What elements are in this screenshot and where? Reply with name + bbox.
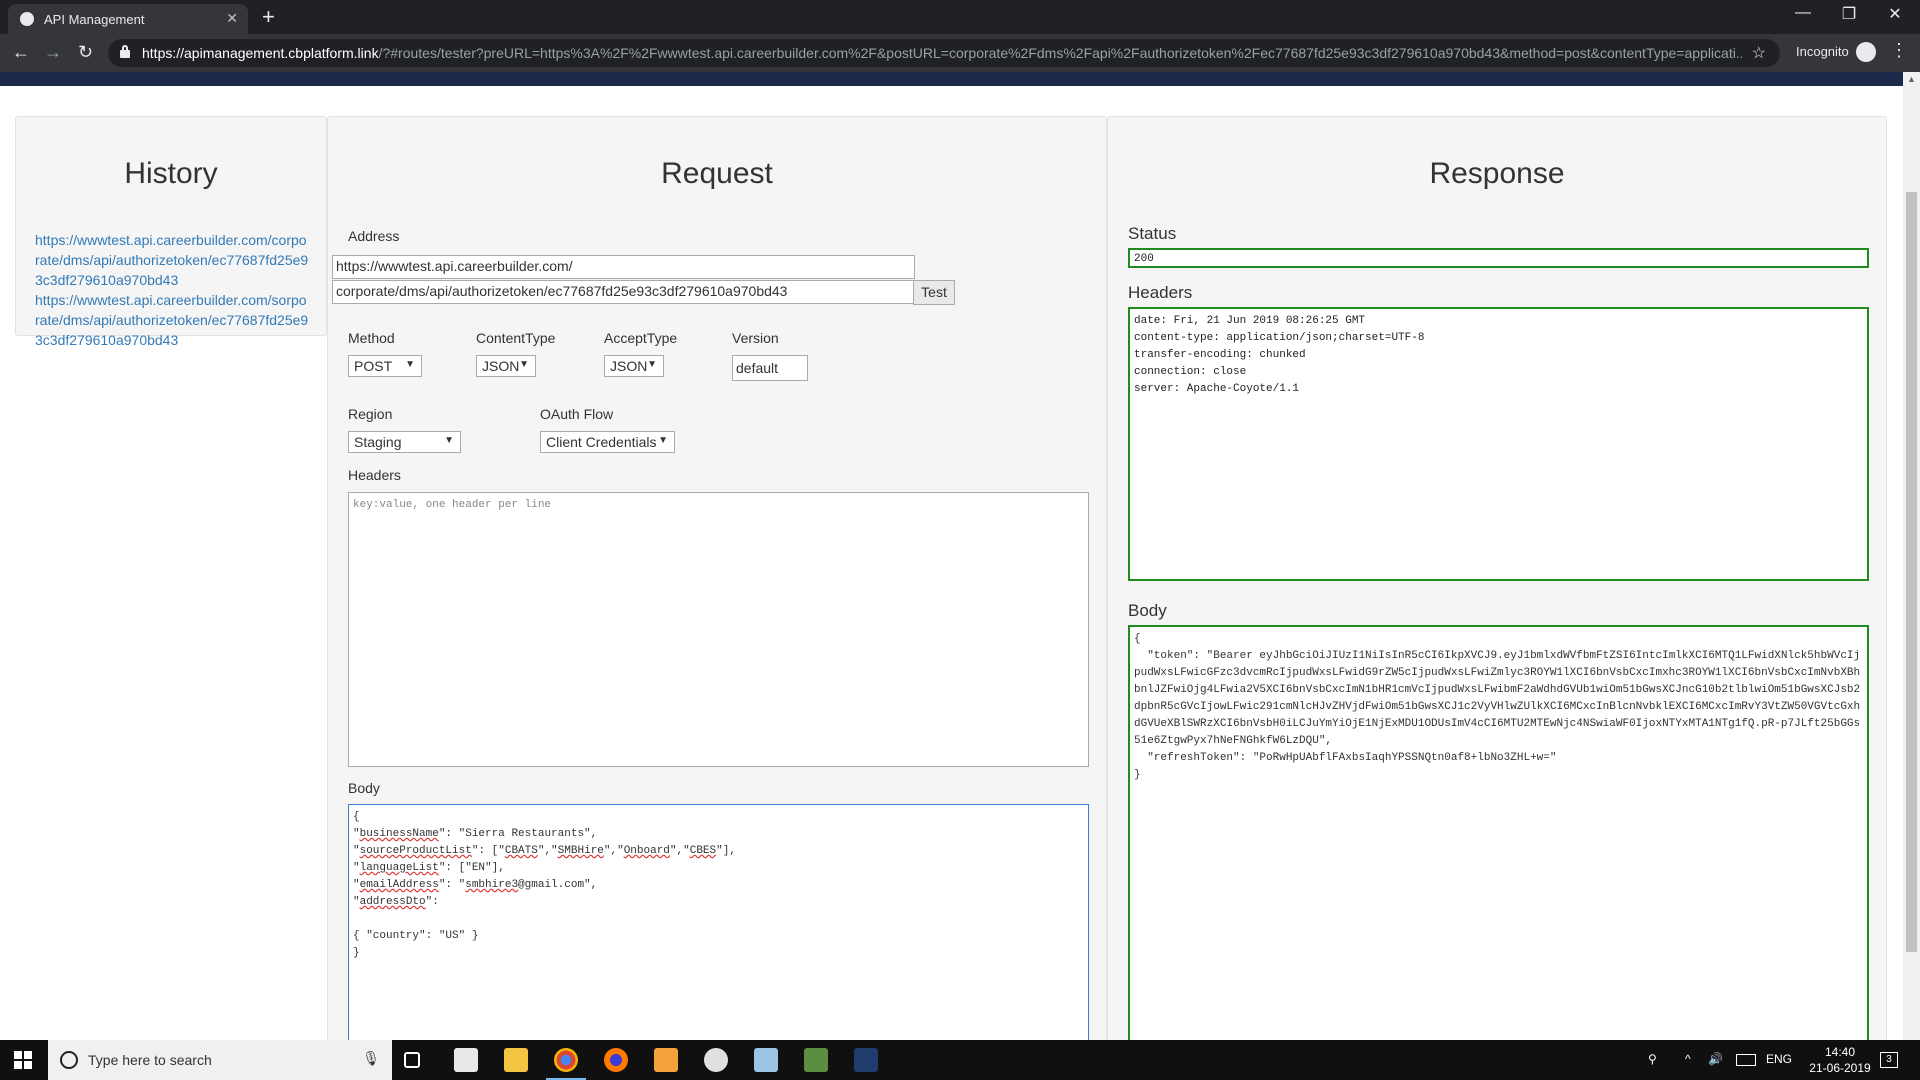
method-label: Method: [348, 330, 395, 346]
site-header-bar: [0, 72, 1903, 86]
lock-icon: [120, 45, 130, 58]
address-label: Address: [348, 228, 400, 244]
firefox-icon[interactable]: [604, 1048, 628, 1072]
browser-tab[interactable]: API Management ✕: [8, 4, 248, 34]
mail-icon[interactable]: [454, 1048, 478, 1072]
reload-icon[interactable]: ↻: [78, 42, 93, 63]
microphone-icon[interactable]: 🎙: [362, 1050, 380, 1067]
oauth-select[interactable]: Client Credentials ▼: [540, 431, 675, 453]
notification-center-icon[interactable]: 3: [1880, 1052, 1898, 1068]
browser-tab-bar: API Management ✕ + — ❐ ✕: [0, 0, 1920, 34]
region-label: Region: [348, 406, 393, 422]
dropdown-arrow-icon: ▼: [519, 359, 529, 370]
history-panel: History https://wwwtest.api.careerbuilde…: [15, 116, 327, 348]
taskbar-search-box[interactable]: Type here to search 🎙: [48, 1040, 392, 1080]
windows-start-icon[interactable]: [14, 1051, 32, 1069]
tray-chevron-icon[interactable]: ^: [1685, 1052, 1691, 1066]
new-tab-button[interactable]: +: [262, 4, 275, 30]
cortana-icon: [60, 1051, 78, 1069]
keyboard-icon[interactable]: [1736, 1054, 1756, 1066]
address-post-input[interactable]: corporate/dms/api/authorizetoken/ec77687…: [332, 280, 915, 304]
forward-arrow-icon[interactable]: →: [44, 42, 62, 63]
content-type-select[interactable]: JSON ▼: [476, 355, 536, 377]
browser-toolbar: ← → ↻ https://apimanagement.cbplatform.l…: [0, 34, 1920, 72]
bookmark-star-icon[interactable]: ☆: [1752, 43, 1766, 63]
window-close-icon[interactable]: ✕: [1872, 4, 1918, 24]
content-type-label: ContentType: [476, 330, 556, 346]
file-explorer-icon[interactable]: [504, 1048, 528, 1072]
body-label: Body: [348, 780, 380, 796]
minimize-icon[interactable]: —: [1780, 4, 1826, 22]
notepad-icon[interactable]: [754, 1048, 778, 1072]
dropdown-arrow-icon: ▼: [658, 435, 668, 446]
visual-studio-icon[interactable]: [854, 1048, 878, 1072]
method-select[interactable]: POST ▼: [348, 355, 422, 377]
volume-icon[interactable]: 🔊: [1708, 1052, 1723, 1066]
response-headers-label: Headers: [1128, 283, 1193, 302]
spreadsheet-icon[interactable]: [804, 1048, 828, 1072]
request-body-textarea[interactable]: { "businessName": "Sierra Restaurants", …: [348, 804, 1089, 1072]
dropdown-arrow-icon: ▼: [444, 435, 454, 446]
request-title: Request: [661, 157, 773, 190]
oauth-label: OAuth Flow: [540, 406, 614, 422]
clock-date: 21-06-2019: [1809, 1061, 1871, 1075]
slack-icon[interactable]: [704, 1048, 728, 1072]
api-tester-page: History https://wwwtest.api.careerbuilde…: [0, 86, 1903, 1075]
globe-icon: [20, 12, 34, 26]
request-headers-textarea[interactable]: key:value, one header per line: [348, 492, 1089, 767]
maximize-icon[interactable]: ❐: [1826, 4, 1872, 24]
scroll-up-arrow-icon[interactable]: ▲: [1907, 74, 1916, 84]
taskbar-clock[interactable]: 14:40 21-06-2019: [1800, 1044, 1880, 1076]
test-button[interactable]: Test: [913, 280, 955, 305]
people-icon[interactable]: ⚲: [1648, 1052, 1657, 1066]
tab-title: API Management: [44, 12, 145, 27]
headers-label: Headers: [348, 467, 401, 483]
url-text[interactable]: https://apimanagement.cbplatform.link/?#…: [142, 45, 1742, 61]
accept-type-select[interactable]: JSON ▼: [604, 355, 664, 377]
media-player-icon[interactable]: [654, 1048, 678, 1072]
region-select[interactable]: Staging ▼: [348, 431, 461, 453]
scroll-thumb[interactable]: [1906, 192, 1917, 952]
incognito-label: Incognito: [1796, 44, 1849, 59]
response-headers-textarea[interactable]: date: Fri, 21 Jun 2019 08:26:25 GMT cont…: [1128, 307, 1869, 581]
status-field[interactable]: 200: [1128, 248, 1869, 268]
incognito-icon[interactable]: [1856, 42, 1876, 62]
windows-taskbar: Type here to search 🎙 ⚲ ^ 🔊 ENG 14:40 21…: [0, 1040, 1920, 1080]
history-title: History: [124, 157, 218, 190]
tab-close-icon[interactable]: ✕: [226, 10, 238, 27]
response-panel: Response Status 200 Headers date: Fri, 2…: [1107, 116, 1887, 1075]
clock-time: 14:40: [1824, 1045, 1856, 1059]
page-scrollbar[interactable]: ▲: [1903, 72, 1920, 1040]
dropdown-arrow-icon: ▼: [647, 359, 657, 370]
history-link[interactable]: https://wwwtest.api.careerbuilder.com/so…: [35, 290, 311, 350]
response-title: Response: [1429, 157, 1565, 190]
request-panel: Request Address https://wwwtest.api.care…: [327, 116, 1107, 1072]
response-body-textarea[interactable]: { "token": "Bearer eyJhbGciOiJIUzI1NiIsI…: [1128, 625, 1869, 1075]
back-arrow-icon[interactable]: ←: [12, 42, 30, 63]
response-body-label: Body: [1128, 601, 1167, 620]
version-label: Version: [732, 330, 779, 346]
status-label: Status: [1128, 224, 1177, 243]
language-indicator[interactable]: ENG: [1766, 1052, 1792, 1066]
address-pre-input[interactable]: https://wwwtest.api.careerbuilder.com/: [332, 255, 915, 279]
taskbar-search-placeholder: Type here to search: [88, 1052, 212, 1068]
accept-type-label: AcceptType: [604, 330, 678, 346]
history-link[interactable]: https://wwwtest.api.careerbuilder.com/co…: [35, 230, 311, 290]
chrome-icon[interactable]: [554, 1048, 578, 1072]
browser-menu-icon[interactable]: ⋮: [1890, 40, 1908, 61]
task-view-icon[interactable]: [404, 1052, 420, 1068]
version-input[interactable]: default: [732, 355, 808, 381]
address-bar[interactable]: https://apimanagement.cbplatform.link/?#…: [108, 39, 1780, 67]
dropdown-arrow-icon: ▼: [405, 359, 415, 370]
